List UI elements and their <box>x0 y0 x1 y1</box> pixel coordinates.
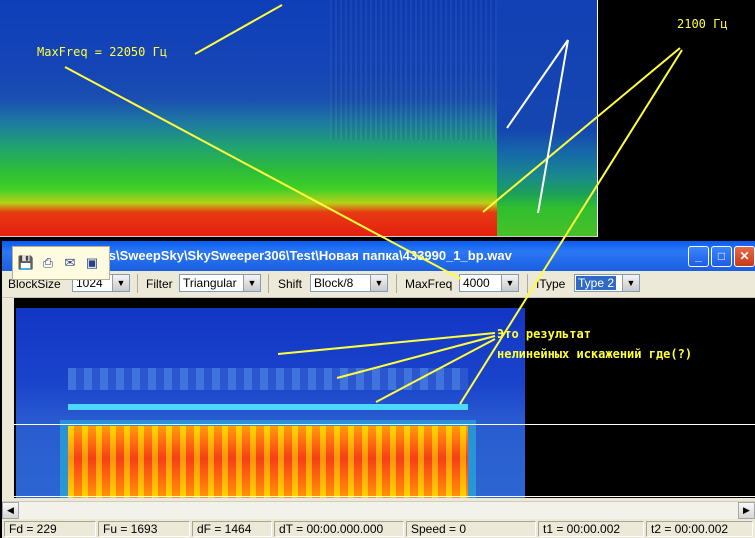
chevron-down-icon[interactable]: ▼ <box>622 275 639 291</box>
distortion-band-line <box>68 404 468 410</box>
distortion-band-upper <box>68 368 468 390</box>
status-t2: t2 = 00:00.002 <box>646 521 753 537</box>
itype-value: Type 2 <box>576 276 617 290</box>
main-spectrogram[interactable] <box>16 308 525 498</box>
maximize-button[interactable]: □ <box>711 246 732 267</box>
export-icon[interactable]: ▣ <box>83 254 101 272</box>
chevron-down-icon[interactable]: ▼ <box>112 275 129 291</box>
email-icon[interactable]: ✉ <box>61 254 79 272</box>
shift-value: Block/8 <box>314 276 354 290</box>
signal-band <box>68 426 468 498</box>
status-fu: Fu = 1693 <box>98 521 190 537</box>
maxfreq-select[interactable]: 4000 ▼ <box>459 274 519 292</box>
toolbar: BlockSize 1024 ▼ Filter Triangular ▼ Shi… <box>2 271 755 298</box>
shift-label: Shift <box>278 277 303 291</box>
minimize-button[interactable]: _ <box>688 246 709 267</box>
itype-label: IType <box>536 277 566 291</box>
horizontal-scrollbar[interactable]: ◀ ▶ <box>2 501 755 519</box>
scroll-left-button[interactable]: ◀ <box>2 502 19 519</box>
title-bar[interactable]: files\SweepSky\SkySweeper306\Test\Новая … <box>2 241 755 271</box>
window-title: files\SweepSky\SkySweeper306\Test\Новая … <box>90 248 512 263</box>
chevron-down-icon[interactable]: ▼ <box>243 275 260 291</box>
status-df: dF = 1464 <box>192 521 272 537</box>
toolbar-divider <box>396 274 397 293</box>
distortion-note-line1: Это результат <box>497 327 591 341</box>
status-t1: t1 = 00:00.002 <box>538 521 644 537</box>
distortion-note-line2: нелинейных искажений где(?) <box>497 347 693 361</box>
spectrogram-panel[interactable] <box>2 298 755 498</box>
cursor-line-top[interactable] <box>14 424 755 425</box>
filter-select[interactable]: Triangular ▼ <box>179 274 261 292</box>
status-dt: dT = 00:00.000.000 <box>274 521 404 537</box>
itype-select[interactable]: Type 2 ▼ <box>574 274 640 292</box>
save-icon[interactable]: 💾 <box>17 254 35 272</box>
spectrogram-window: files\SweepSky\SkySweeper306\Test\Новая … <box>2 241 755 538</box>
close-button[interactable]: ✕ <box>734 246 755 267</box>
toolbar-divider <box>268 274 269 293</box>
maxfreq-annotation: MaxFreq = 22050 Гц <box>37 45 168 59</box>
scroll-right-button[interactable]: ▶ <box>738 502 755 519</box>
status-speed: Speed = 0 <box>406 521 536 537</box>
maxfreq-label: MaxFreq <box>405 277 453 291</box>
status-fd: Fd = 229 <box>4 521 96 537</box>
freq-annotation: 2100 Гц <box>677 17 728 31</box>
chevron-down-icon[interactable]: ▼ <box>370 275 387 291</box>
top-spectrogram <box>0 0 598 237</box>
print-icon[interactable]: ⎙ <box>39 254 57 272</box>
toolbar-divider <box>137 274 138 293</box>
spectrogram-step-region <box>497 0 597 236</box>
chevron-down-icon[interactable]: ▼ <box>501 275 518 291</box>
status-bar: Fd = 229 Fu = 1693 dF = 1464 dT = 00:00.… <box>2 519 755 538</box>
maxfreq-value: 4000 <box>463 276 490 290</box>
quick-access-toolbar: 💾 ⎙ ✉ ▣ <box>12 246 110 280</box>
cursor-line-bottom[interactable] <box>14 496 755 497</box>
filter-label: Filter <box>146 277 173 291</box>
spectrogram-texture <box>330 0 500 140</box>
shift-select[interactable]: Block/8 ▼ <box>310 274 388 292</box>
filter-value: Triangular <box>183 276 237 290</box>
toolbar-divider <box>527 274 528 293</box>
